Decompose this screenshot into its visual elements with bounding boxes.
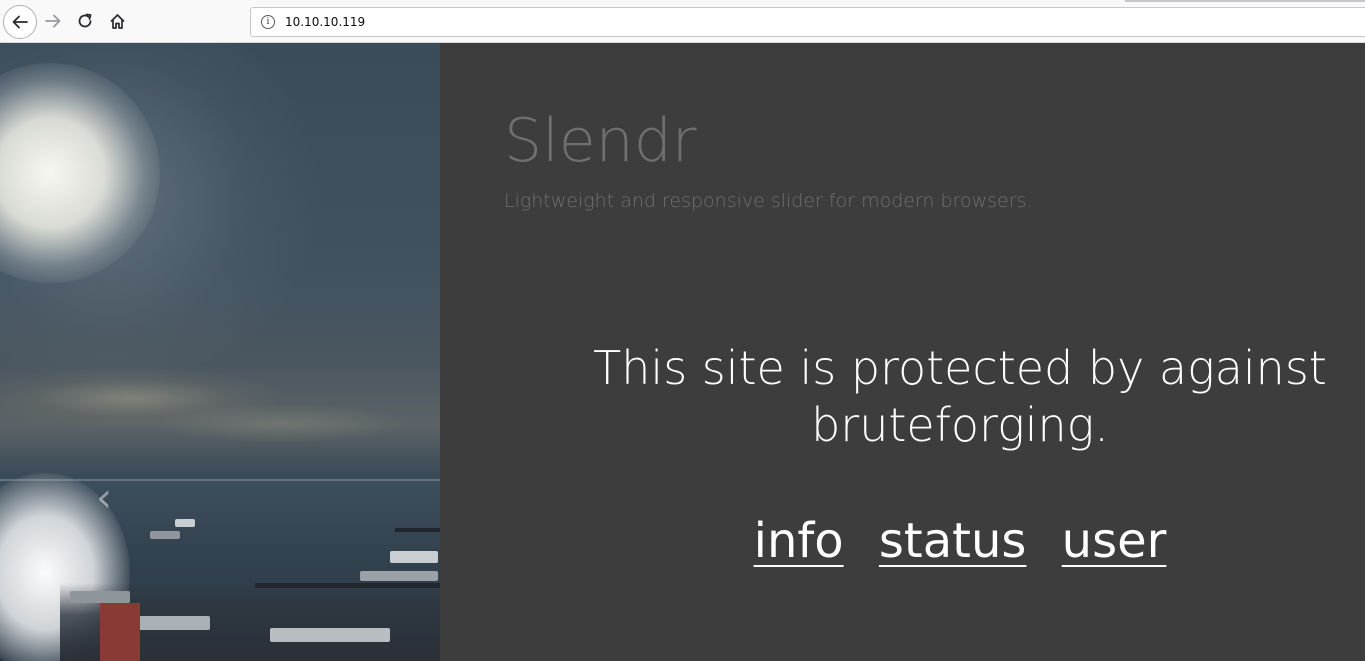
slider-prev-arrow[interactable]: ‹ bbox=[96, 478, 126, 518]
info-icon[interactable]: i bbox=[261, 15, 275, 29]
forward-arrow-icon bbox=[45, 14, 61, 28]
pier bbox=[255, 583, 440, 588]
building bbox=[100, 603, 140, 661]
url-text[interactable]: 10.10.10.119 bbox=[285, 15, 365, 29]
boat bbox=[390, 551, 438, 563]
boat bbox=[360, 571, 438, 581]
info-link[interactable]: info bbox=[754, 513, 844, 569]
pier bbox=[395, 528, 440, 532]
home-button[interactable] bbox=[101, 5, 133, 37]
boat bbox=[175, 519, 195, 527]
site-tagline: Lightweight and responsive slider for mo… bbox=[504, 190, 1033, 212]
boat bbox=[150, 531, 180, 539]
forward-button[interactable] bbox=[37, 5, 69, 37]
tab-strip-edge bbox=[1125, 0, 1365, 2]
site-title: Slendr bbox=[504, 106, 697, 176]
reload-icon bbox=[78, 13, 92, 28]
boat bbox=[70, 591, 130, 603]
url-bar[interactable]: i 10.10.10.119 bbox=[250, 7, 1365, 37]
home-icon bbox=[109, 13, 125, 29]
nav-links: info status user bbox=[540, 513, 1365, 569]
main-content: Slendr Lightweight and responsive slider… bbox=[440, 43, 1365, 661]
slider-image: ‹ bbox=[0, 43, 440, 661]
reload-button[interactable] bbox=[69, 5, 101, 37]
cloud bbox=[150, 403, 410, 443]
protection-notice: This site is protected by against brutef… bbox=[593, 341, 1327, 452]
user-link[interactable]: user bbox=[1062, 513, 1167, 569]
back-button[interactable] bbox=[3, 5, 37, 39]
status-link[interactable]: status bbox=[879, 513, 1027, 569]
browser-toolbar: i 10.10.10.119 bbox=[0, 0, 1365, 43]
back-arrow-icon bbox=[12, 15, 28, 29]
boat bbox=[270, 628, 390, 642]
